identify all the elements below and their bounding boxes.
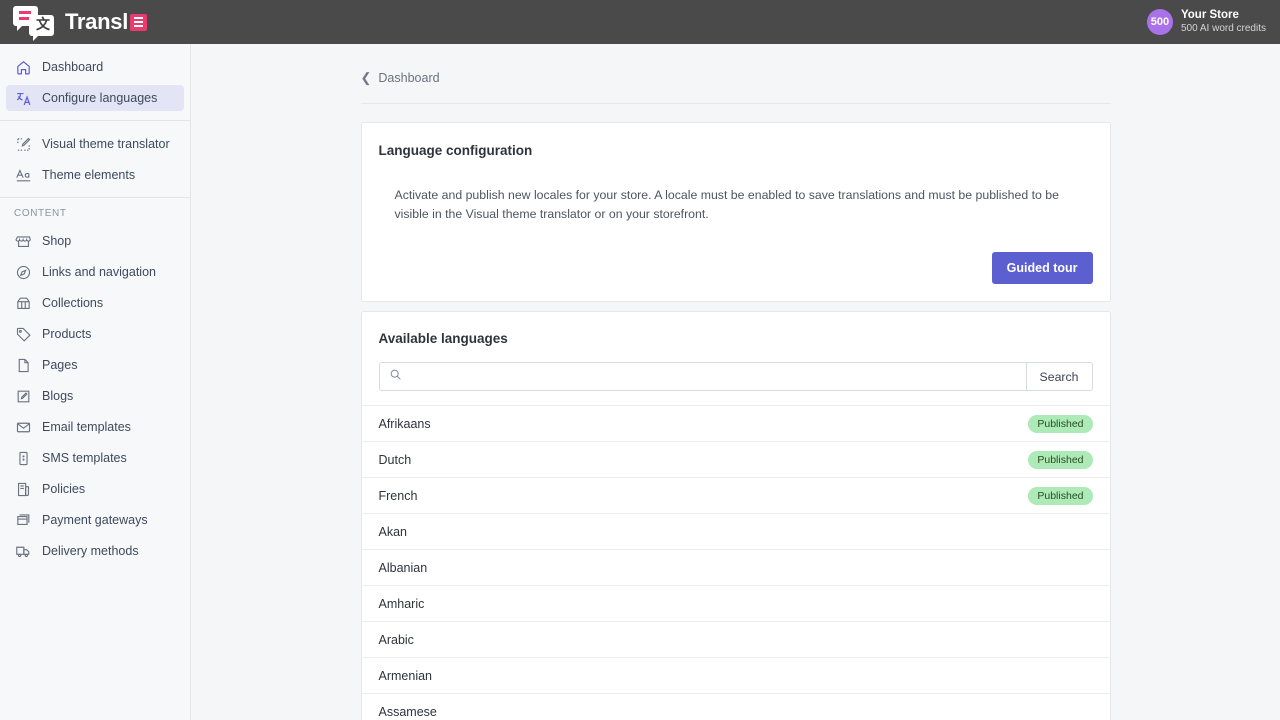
- credits-badge: 500: [1147, 9, 1173, 35]
- sidebar-item-email-templates[interactable]: Email templates: [6, 414, 184, 440]
- sidebar-item-sms-templates[interactable]: SMS templates: [6, 445, 184, 471]
- brand-e-icon: [130, 14, 147, 31]
- phone-icon: [14, 449, 33, 468]
- chevron-left-icon: ❮: [361, 70, 372, 86]
- sidebar-item-label: Shop: [42, 234, 71, 248]
- sidebar-item-pages[interactable]: Pages: [6, 352, 184, 378]
- sidebar-item-payment-gateways[interactable]: Payment gateways: [6, 507, 184, 533]
- sidebar-item-label: Blogs: [42, 389, 73, 403]
- language-row[interactable]: Albanian: [362, 549, 1110, 585]
- sidebar-item-links-and-navigation[interactable]: Links and navigation: [6, 259, 184, 285]
- text-format-icon: [14, 166, 33, 185]
- blog-edit-icon: [14, 387, 33, 406]
- language-row[interactable]: Arabic: [362, 621, 1110, 657]
- translate-icon: [14, 89, 33, 108]
- available-languages-title: Available languages: [379, 331, 1093, 346]
- brand-wordmark: Transl: [65, 9, 147, 35]
- sidebar-item-label: Configure languages: [42, 91, 157, 105]
- search-button[interactable]: Search: [1027, 362, 1093, 391]
- store-info[interactable]: 500 Your Store 500 AI word credits: [1147, 9, 1280, 35]
- envelope-icon: [14, 418, 33, 437]
- available-languages-card: Available languages Search Afrikaans Publ…: [361, 311, 1111, 720]
- sidebar-divider-2: [0, 197, 190, 198]
- sidebar-item-label: Links and navigation: [42, 265, 156, 279]
- sidebar-item-delivery-methods[interactable]: Delivery methods: [6, 538, 184, 564]
- language-name: Akan: [379, 525, 408, 539]
- status-badge: Published: [1028, 487, 1092, 505]
- status-badge: Published: [1028, 451, 1092, 469]
- store-icon: [14, 232, 33, 251]
- truck-icon: [14, 542, 33, 561]
- language-row[interactable]: Amharic: [362, 585, 1110, 621]
- sidebar-section-content-label: CONTENT: [0, 208, 190, 219]
- language-row[interactable]: Afrikaans Published: [362, 405, 1110, 441]
- document-icon: [14, 480, 33, 499]
- language-name: Afrikaans: [379, 417, 431, 431]
- language-name: Arabic: [379, 633, 414, 647]
- main-content: ❮ Dashboard Language configuration Activ…: [191, 44, 1280, 720]
- brand-logo[interactable]: 文 Transl: [0, 6, 147, 38]
- language-row[interactable]: Armenian: [362, 657, 1110, 693]
- search-input[interactable]: [402, 363, 1026, 390]
- breadcrumb-label: Dashboard: [378, 71, 439, 85]
- sidebar-item-configure-languages[interactable]: Configure languages: [6, 85, 184, 111]
- sidebar-item-label: SMS templates: [42, 451, 127, 465]
- home-icon: [14, 58, 33, 77]
- tag-icon: [14, 325, 33, 344]
- configuration-description: Activate and publish new locales for you…: [395, 186, 1067, 224]
- sidebar-item-label: Pages: [42, 358, 77, 372]
- sidebar-item-policies[interactable]: Policies: [6, 476, 184, 502]
- collection-icon: [14, 294, 33, 313]
- language-configuration-card: Language configuration Activate and publ…: [361, 122, 1111, 302]
- brand-text: Transl: [65, 9, 128, 35]
- guided-tour-button[interactable]: Guided tour: [992, 252, 1093, 284]
- language-name: Assamese: [379, 705, 437, 719]
- language-list: Afrikaans Published Dutch Published French Pu…: [362, 405, 1110, 720]
- language-row[interactable]: Assamese: [362, 693, 1110, 720]
- sidebar-item-label: Collections: [42, 296, 103, 310]
- language-row[interactable]: Akan: [362, 513, 1110, 549]
- page-icon: [14, 356, 33, 375]
- language-name: Albanian: [379, 561, 428, 575]
- sidebar-item-shop[interactable]: Shop: [6, 228, 184, 254]
- search-icon: [389, 368, 402, 386]
- compass-icon: [14, 263, 33, 282]
- sidebar-item-label: Products: [42, 327, 91, 341]
- sidebar-item-label: Email templates: [42, 420, 131, 434]
- sidebar-divider-1: [0, 120, 190, 121]
- sidebar-item-label: Policies: [42, 482, 85, 496]
- language-name: Amharic: [379, 597, 425, 611]
- sidebar-item-blogs[interactable]: Blogs: [6, 383, 184, 409]
- store-credits-label: 500 AI word credits: [1181, 23, 1266, 35]
- sidebar: Dashboard Configure languages Visual the…: [0, 44, 191, 720]
- store-name: Your Store: [1181, 9, 1266, 23]
- sidebar-item-dashboard[interactable]: Dashboard: [6, 54, 184, 80]
- language-row[interactable]: French Published: [362, 477, 1110, 513]
- payment-icon: [14, 511, 33, 530]
- sidebar-item-collections[interactable]: Collections: [6, 290, 184, 316]
- status-badge: Published: [1028, 415, 1092, 433]
- sidebar-item-label: Theme elements: [42, 168, 135, 182]
- language-name: French: [379, 489, 418, 503]
- translate-bubbles-icon: 文: [13, 6, 55, 38]
- language-row[interactable]: Dutch Published: [362, 441, 1110, 477]
- top-bar: 文 Transl 500 Your Store 500 AI word cred…: [0, 0, 1280, 44]
- sidebar-item-theme-elements[interactable]: Theme elements: [6, 162, 184, 188]
- sidebar-item-label: Payment gateways: [42, 513, 148, 527]
- sidebar-item-label: Visual theme translator: [42, 137, 170, 151]
- breadcrumb-back-dashboard[interactable]: ❮ Dashboard: [361, 70, 1111, 104]
- sidebar-item-visual-theme-translator[interactable]: Visual theme translator: [6, 131, 184, 157]
- sidebar-item-label: Dashboard: [42, 60, 103, 74]
- search-row: Search: [362, 346, 1110, 391]
- page-title: Language configuration: [379, 143, 1093, 158]
- language-name: Armenian: [379, 669, 433, 683]
- theme-edit-icon: [14, 135, 33, 154]
- search-field-wrapper[interactable]: [379, 362, 1027, 391]
- language-name: Dutch: [379, 453, 412, 467]
- sidebar-item-label: Delivery methods: [42, 544, 139, 558]
- sidebar-item-products[interactable]: Products: [6, 321, 184, 347]
